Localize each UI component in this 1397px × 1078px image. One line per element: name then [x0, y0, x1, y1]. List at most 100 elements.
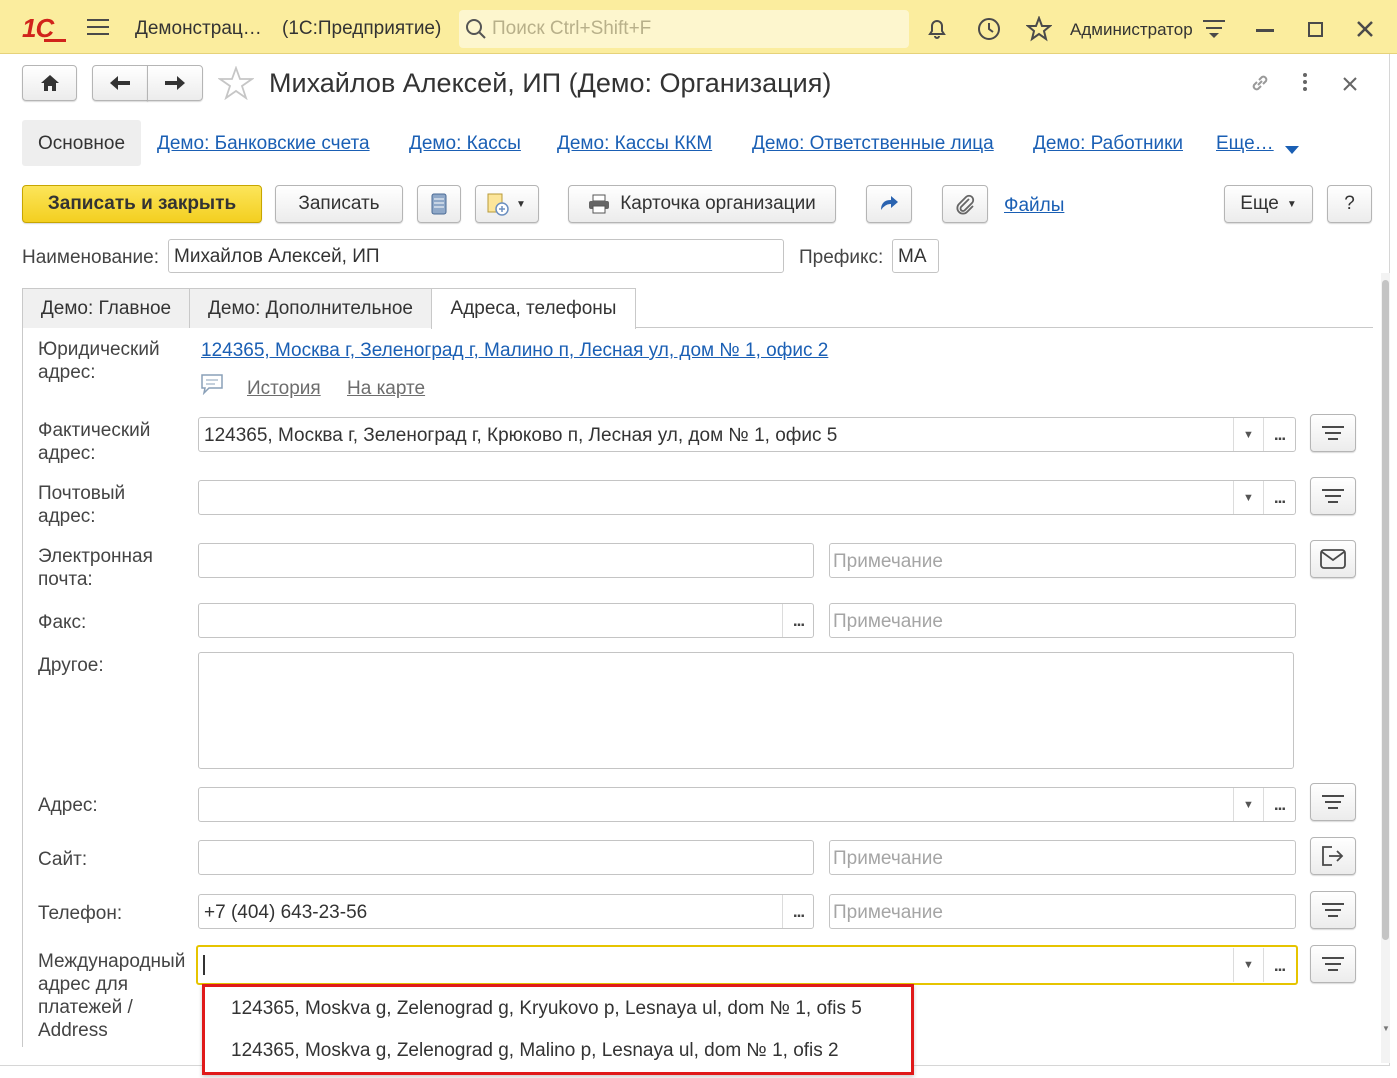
intl-address-options-button[interactable]	[1310, 945, 1356, 983]
nav-link-employees[interactable]: Демо: Работники	[1033, 133, 1183, 155]
postal-address-dropdown[interactable]: ▼	[1233, 481, 1263, 514]
postal-address-options-button[interactable]	[1310, 477, 1356, 515]
bell-icon[interactable]	[925, 16, 949, 46]
site-input[interactable]	[198, 840, 814, 875]
email-input[interactable]	[198, 543, 814, 578]
document-list-button[interactable]	[417, 185, 461, 223]
open-site-button[interactable]	[1310, 837, 1356, 875]
chevron-down-icon: ▼	[516, 198, 526, 210]
suggestion-item[interactable]: 124365, Moskva g, Zelenograd g, Malino p…	[231, 1040, 839, 1062]
more-actions-icon[interactable]	[1302, 72, 1308, 98]
nav-link-kkm[interactable]: Демо: Кассы ККМ	[557, 133, 712, 155]
save-button[interactable]: Записать	[275, 185, 403, 223]
address-select[interactable]: ...	[1263, 788, 1295, 821]
suggestion-item[interactable]: 124365, Moskva g, Zelenograd g, Kryukovo…	[231, 998, 862, 1020]
send-email-button[interactable]	[1310, 540, 1356, 578]
printer-icon	[589, 194, 610, 214]
legal-address-label-1: Юридический	[38, 339, 160, 360]
history-icon[interactable]	[976, 16, 1002, 48]
more-button[interactable]: Еще ▼	[1224, 185, 1313, 223]
current-user[interactable]: Администратор	[1070, 20, 1193, 40]
close-form-icon[interactable]	[1343, 75, 1357, 97]
actual-address-select[interactable]: ...	[1263, 418, 1295, 451]
prefix-value: МА	[898, 246, 927, 267]
email-note-placeholder: Примечание	[833, 551, 943, 572]
intl-address-input[interactable]	[196, 945, 1298, 985]
postal-address-input[interactable]	[198, 480, 1296, 515]
minimize-icon[interactable]	[1256, 29, 1274, 32]
actual-address-dropdown[interactable]: ▼	[1233, 418, 1263, 451]
nav-link-more[interactable]: Еще…	[1216, 133, 1274, 155]
phone-select[interactable]: ...	[782, 895, 814, 928]
tab-demo-additional[interactable]: Демо: Дополнительное	[189, 288, 432, 328]
address-dropdown[interactable]: ▼	[1233, 788, 1263, 821]
fax-select[interactable]: ...	[782, 604, 814, 637]
comment-icon[interactable]	[200, 373, 224, 401]
envelope-icon	[1320, 549, 1346, 569]
stack-icon	[431, 193, 447, 215]
settings-menu-icon[interactable]	[1202, 18, 1226, 46]
forward-button[interactable]	[147, 65, 203, 101]
create-based-on-button[interactable]: ▼	[475, 185, 539, 223]
help-button[interactable]: ?	[1327, 185, 1372, 223]
favorites-star-icon[interactable]	[1025, 15, 1053, 48]
intl-address-label-1: Международный	[38, 951, 186, 972]
back-button[interactable]	[92, 65, 148, 101]
save-and-close-button[interactable]: Записать и закрыть	[22, 185, 262, 223]
tab-demo-main[interactable]: Демо: Главное	[22, 288, 190, 328]
postal-address-select[interactable]: ...	[1263, 481, 1295, 514]
org-card-button[interactable]: Карточка организации	[568, 185, 836, 223]
email-label-1: Электронная	[38, 546, 153, 567]
attach-button[interactable]	[942, 185, 988, 223]
legal-address-link[interactable]: 124365, Москва г, Зеленоград г, Малино п…	[201, 340, 828, 362]
address-suggestions-popup: 124365, Moskva g, Zelenograd g, Kryukovo…	[202, 984, 914, 1075]
paperclip-icon	[956, 194, 975, 215]
form-title: Михайлов Алексей, ИП (Демо: Организация)	[269, 68, 832, 98]
address-options-button[interactable]	[1310, 783, 1356, 821]
home-button[interactable]	[22, 65, 77, 101]
other-textarea[interactable]	[198, 652, 1294, 769]
scroll-down-icon[interactable]: ▼	[1382, 1024, 1390, 1033]
actual-address-options-button[interactable]	[1310, 414, 1356, 452]
open-external-icon	[1322, 846, 1344, 866]
postal-address-label-2: адрес:	[38, 506, 96, 527]
intl-address-dropdown[interactable]: ▼	[1233, 948, 1263, 982]
maximize-icon[interactable]	[1308, 22, 1323, 37]
favorite-star-icon[interactable]	[217, 65, 255, 106]
intl-address-label-3: платежей /	[38, 997, 133, 1018]
phone-options-button[interactable]	[1310, 891, 1356, 929]
phone-value: +7 (404) 643-23-56	[204, 902, 368, 923]
intl-address-select[interactable]: ...	[1263, 948, 1295, 982]
name-label: Наименование:	[22, 247, 159, 268]
fax-input[interactable]	[198, 603, 814, 638]
nav-link-cash-desks[interactable]: Демо: Кассы	[409, 133, 521, 155]
hamburger-menu-icon[interactable]	[86, 17, 110, 37]
1c-logo-underline	[44, 39, 66, 42]
address-label: Адрес:	[38, 795, 98, 816]
search-icon	[465, 18, 487, 46]
lines-icon	[1322, 426, 1344, 440]
on-map-link[interactable]: На карте	[347, 378, 425, 400]
lines-icon	[1322, 957, 1344, 971]
history-link[interactable]: История	[247, 378, 321, 400]
legal-address-label-2: адрес:	[38, 362, 96, 383]
go-to-button[interactable]	[866, 185, 912, 223]
chevron-down-icon: ▼	[1286, 198, 1297, 210]
link-icon[interactable]	[1248, 71, 1272, 101]
nav-link-responsible[interactable]: Демо: Ответственные лица	[752, 133, 994, 155]
files-link[interactable]: Файлы	[1004, 195, 1064, 217]
close-window-icon[interactable]	[1356, 20, 1374, 44]
scrollbar-thumb[interactable]	[1382, 280, 1389, 940]
phone-note-placeholder: Примечание	[833, 902, 943, 923]
address-input[interactable]	[198, 787, 1296, 822]
nav-link-bank-accounts[interactable]: Демо: Банковские счета	[157, 133, 370, 155]
org-card-label: Карточка организации	[620, 193, 816, 214]
nav-link-main[interactable]: Основное	[38, 133, 125, 155]
platform-name: (1С:Предприятие)	[282, 18, 442, 39]
text-cursor	[203, 955, 205, 975]
lines-icon	[1322, 795, 1344, 809]
chevron-down-icon[interactable]	[1285, 139, 1299, 161]
arrow-right-icon	[165, 76, 185, 90]
site-label: Сайт:	[38, 849, 88, 870]
tab-addresses-phones[interactable]: Адреса, телефоны	[431, 288, 636, 329]
